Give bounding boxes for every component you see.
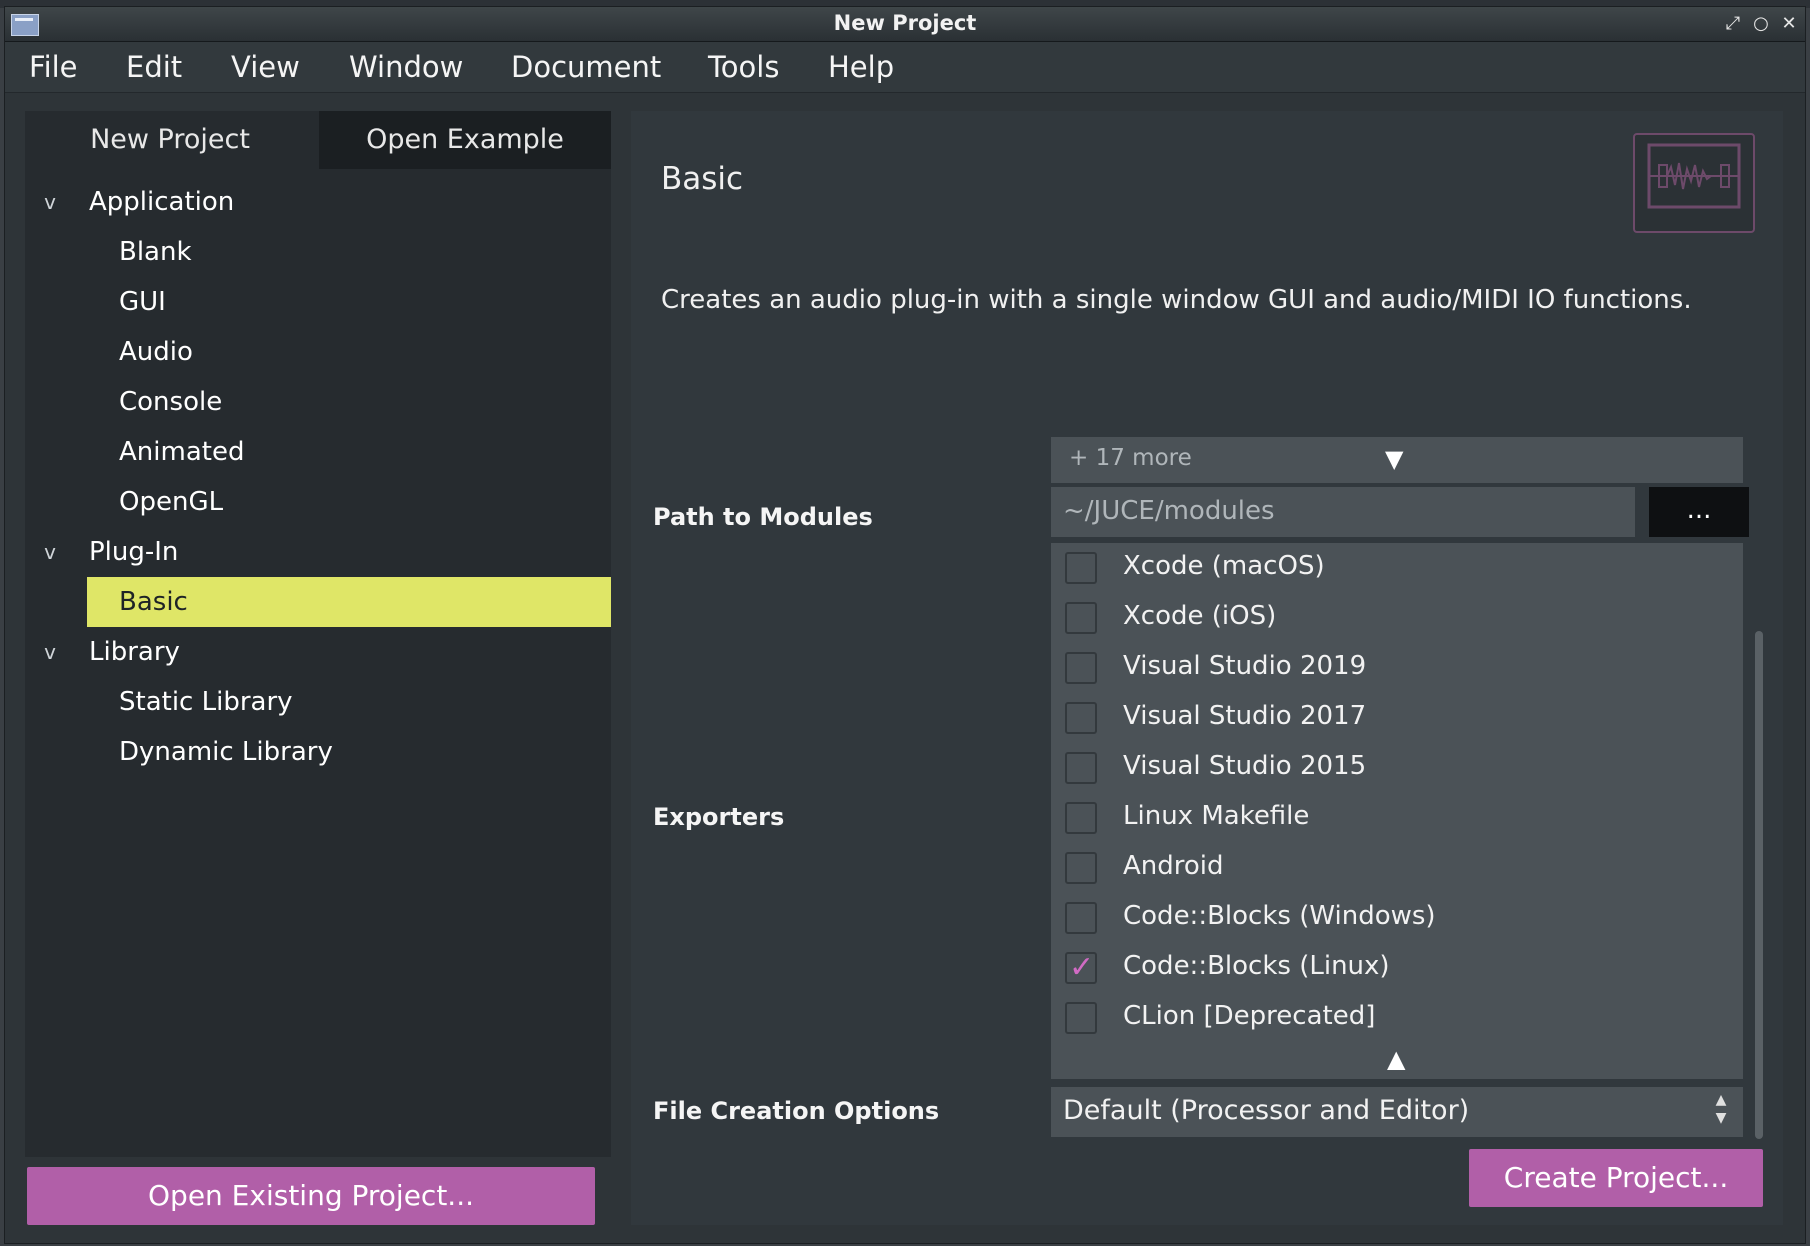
browse-path-button[interactable]: ...: [1649, 487, 1749, 537]
plugin-thumbnail-icon: [1647, 143, 1741, 209]
tree-group-application[interactable]: v Application: [25, 177, 611, 227]
chevron-down-icon[interactable]: v: [37, 177, 63, 227]
exporter-label: Xcode (iOS): [1123, 601, 1277, 631]
select-arrows-icon: ▲ ▼: [1715, 1092, 1727, 1126]
tree-item-dynamic-library[interactable]: Dynamic Library: [25, 727, 611, 777]
tree-item-label: Dynamic Library: [119, 737, 333, 767]
open-existing-project-button[interactable]: Open Existing Project...: [27, 1167, 595, 1225]
tree-item-label: Basic: [119, 587, 188, 617]
window-title: New Project: [833, 11, 977, 35]
chevron-down-icon[interactable]: v: [37, 627, 63, 677]
exporter-label: Android: [1123, 851, 1224, 881]
template-description: Creates an audio plug-in with a single w…: [661, 285, 1692, 315]
create-project-button[interactable]: Create Project...: [1469, 1149, 1763, 1207]
tree-item-opengl[interactable]: OpenGL: [25, 477, 611, 527]
tree-item-label: Animated: [119, 437, 245, 467]
exporter-label: Visual Studio 2015: [1123, 751, 1367, 781]
tree-item-basic[interactable]: Basic: [25, 577, 611, 627]
checkbox[interactable]: [1065, 602, 1097, 634]
exporter-label: Code::Blocks (Linux): [1123, 951, 1390, 981]
exporter-codeblocks-linux[interactable]: ✓ Code::Blocks (Linux): [1065, 943, 1725, 993]
exporter-label: Xcode (macOS): [1123, 551, 1325, 581]
selected-option: Default (Processor and Editor): [1063, 1095, 1470, 1126]
tree-group-plugin[interactable]: v Plug-In: [25, 527, 611, 577]
tree-item-console[interactable]: Console: [25, 377, 611, 427]
checkbox-checked[interactable]: ✓: [1065, 950, 1097, 985]
exporter-android[interactable]: Android: [1065, 843, 1725, 893]
maximize-icon[interactable]: ⤢: [1721, 12, 1745, 36]
checkbox[interactable]: [1065, 652, 1097, 684]
menu-help[interactable]: Help: [828, 50, 894, 84]
file-creation-options-label: File Creation Options: [653, 1097, 940, 1125]
checkbox[interactable]: [1065, 802, 1097, 834]
tree-item-label: GUI: [119, 287, 166, 317]
checkbox[interactable]: [1065, 902, 1097, 934]
new-project-window: New Project ⤢ ○ ✕ File Edit View Window …: [4, 6, 1806, 1244]
exporter-label: Visual Studio 2019: [1123, 651, 1367, 681]
more-options-dropdown[interactable]: + 17 more ▼: [1051, 437, 1743, 483]
template-heading: Basic: [661, 161, 744, 197]
exporters-list: Xcode (macOS) Xcode (iOS) Visual Studio …: [1051, 543, 1743, 1079]
tree-group-library[interactable]: v Library: [25, 627, 611, 677]
template-panel: New Project Open Example v Application B…: [25, 111, 611, 1157]
exporter-label: CLion [Deprecated]: [1123, 1001, 1376, 1031]
tab-new-project[interactable]: New Project: [25, 111, 315, 169]
tree-item-blank[interactable]: Blank: [25, 227, 611, 277]
exporter-linux-makefile[interactable]: Linux Makefile: [1065, 793, 1725, 843]
triangle-up-icon[interactable]: ▲: [1387, 1045, 1405, 1073]
menu-edit[interactable]: Edit: [126, 50, 182, 84]
path-to-modules-input[interactable]: ~/JUCE/modules: [1051, 487, 1635, 537]
exporter-vs2017[interactable]: Visual Studio 2017: [1065, 693, 1725, 743]
checkbox[interactable]: [1065, 702, 1097, 734]
menu-bar: File Edit View Window Document Tools Hel…: [5, 42, 1805, 93]
more-count: + 17 more: [1069, 445, 1192, 471]
scrollbar[interactable]: [1755, 631, 1763, 1139]
menu-document[interactable]: Document: [511, 50, 661, 84]
template-thumbnail: [1633, 133, 1755, 233]
exporter-xcode-macos[interactable]: Xcode (macOS): [1065, 543, 1725, 593]
tree-item-label: Console: [119, 387, 223, 417]
exporter-vs2019[interactable]: Visual Studio 2019: [1065, 643, 1725, 693]
chevron-down-icon[interactable]: v: [37, 527, 63, 577]
restore-icon[interactable]: ○: [1749, 12, 1773, 36]
tab-open-example[interactable]: Open Example: [319, 111, 611, 169]
checkbox[interactable]: [1065, 752, 1097, 784]
checkbox[interactable]: [1065, 552, 1097, 584]
path-value: ~/JUCE/modules: [1063, 496, 1275, 526]
checkbox[interactable]: [1065, 852, 1097, 884]
close-icon[interactable]: ✕: [1777, 12, 1801, 36]
exporters-label: Exporters: [653, 803, 785, 831]
title-bar[interactable]: New Project ⤢ ○ ✕: [5, 7, 1805, 42]
menu-file[interactable]: File: [29, 50, 78, 84]
tree-item-label: Audio: [119, 337, 193, 367]
tree-item-animated[interactable]: Animated: [25, 427, 611, 477]
tree-item-label: OpenGL: [119, 487, 224, 517]
triangle-down-icon[interactable]: ▼: [1385, 445, 1403, 473]
path-to-modules-label: Path to Modules: [653, 503, 873, 531]
tree-group-label: Library: [89, 637, 180, 667]
tree-item-audio[interactable]: Audio: [25, 327, 611, 377]
checkmark-icon: ✓: [1069, 950, 1095, 985]
exporter-codeblocks-windows[interactable]: Code::Blocks (Windows): [1065, 893, 1725, 943]
menu-view[interactable]: View: [231, 50, 300, 84]
menu-window[interactable]: Window: [349, 50, 463, 84]
tree-group-label: Application: [89, 187, 235, 217]
menu-tools[interactable]: Tools: [708, 50, 779, 84]
project-settings-panel: Basic Creates an audio plug-in with a si…: [631, 111, 1783, 1225]
exporter-label: Linux Makefile: [1123, 801, 1310, 831]
exporter-vs2015[interactable]: Visual Studio 2015: [1065, 743, 1725, 793]
exporter-label: Visual Studio 2017: [1123, 701, 1367, 731]
tree-group-label: Plug-In: [89, 537, 179, 567]
tree-item-label: Blank: [119, 237, 192, 267]
exporter-xcode-ios[interactable]: Xcode (iOS): [1065, 593, 1725, 643]
tree-item-static-library[interactable]: Static Library: [25, 677, 611, 727]
checkbox[interactable]: [1065, 1002, 1097, 1034]
tree-item-gui[interactable]: GUI: [25, 277, 611, 327]
exporter-clion[interactable]: CLion [Deprecated]: [1065, 993, 1725, 1043]
tree-item-label: Static Library: [119, 687, 293, 717]
file-creation-options-select[interactable]: Default (Processor and Editor) ▲ ▼: [1051, 1087, 1743, 1137]
exporter-label: Code::Blocks (Windows): [1123, 901, 1436, 931]
